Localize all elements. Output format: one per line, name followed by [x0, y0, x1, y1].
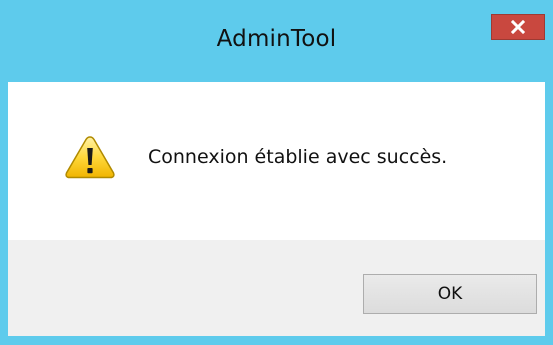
warning-icon: [64, 134, 116, 180]
dialog-window: AdminTool Connexion établie avec succès.…: [0, 0, 553, 345]
ok-button[interactable]: OK: [363, 274, 537, 314]
message-area: Connexion établie avec succès.: [8, 82, 545, 240]
close-button[interactable]: [491, 14, 545, 40]
dialog-client-area: Connexion établie avec succès. OK: [8, 82, 545, 336]
message-text: Connexion établie avec succès.: [148, 146, 448, 168]
window-title: AdminTool: [216, 26, 337, 52]
close-icon: [511, 20, 525, 34]
title-bar[interactable]: AdminTool: [0, 0, 553, 82]
